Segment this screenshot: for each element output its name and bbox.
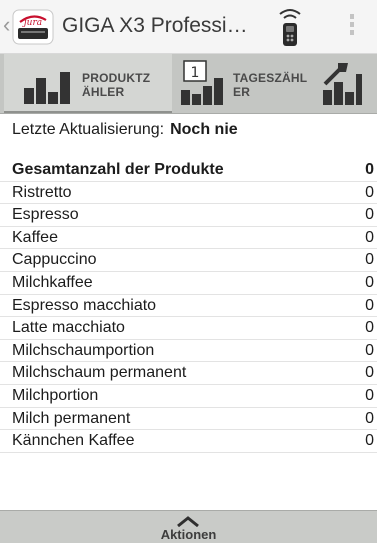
product-count: 0 bbox=[365, 319, 374, 337]
last-update-label: Letzte Aktualisierung: bbox=[12, 121, 165, 138]
chevron-up-icon bbox=[177, 516, 199, 527]
product-name: Milchschaum permanent bbox=[12, 364, 187, 382]
product-name: Milchportion bbox=[12, 386, 99, 404]
daily-counter-icon: 1 bbox=[181, 60, 223, 105]
list-item: Latte macchiato 0 bbox=[0, 317, 377, 340]
product-name: Latte macchiato bbox=[12, 319, 125, 337]
product-count: 0 bbox=[365, 206, 374, 224]
product-name: Milchkaffee bbox=[12, 273, 93, 291]
tab-label-line2: ER bbox=[233, 85, 251, 99]
product-count: 0 bbox=[365, 341, 374, 359]
list-item: Milch permanent 0 bbox=[0, 408, 377, 431]
product-name: Kaffee bbox=[12, 228, 58, 246]
list-item-total: Gesamtanzahl der Produkte 0 bbox=[0, 159, 377, 182]
last-update-value: Noch nie bbox=[170, 121, 238, 138]
product-name: Kännchen Kaffee bbox=[12, 432, 135, 450]
product-count: 0 bbox=[365, 409, 374, 427]
product-count: 0 bbox=[365, 296, 374, 314]
action-bar: ‹ jura GIGA X3 Professi… bbox=[0, 0, 377, 54]
overflow-menu-icon[interactable] bbox=[348, 14, 356, 40]
product-name: Espresso bbox=[12, 206, 79, 224]
list-item: Kaffee 0 bbox=[0, 227, 377, 250]
app-title[interactable]: GIGA X3 Professi… bbox=[62, 14, 248, 38]
product-name: Gesamtanzahl der Produkte bbox=[12, 161, 224, 178]
tab-label-line1: PRODUKTZ bbox=[82, 71, 151, 85]
list-item: Milchportion 0 bbox=[0, 385, 377, 408]
product-counter-list: Gesamtanzahl der Produkte 0 Ristretto 0 … bbox=[0, 159, 377, 453]
list-item: Kännchen Kaffee 0 bbox=[0, 430, 377, 453]
list-item: Cappuccino 0 bbox=[0, 249, 377, 272]
up-navigation-icon[interactable]: ‹ bbox=[3, 14, 10, 36]
last-update: Letzte Aktualisierung: Noch nie bbox=[12, 120, 238, 140]
product-name: Cappuccino bbox=[12, 251, 97, 269]
product-count: 0 bbox=[365, 364, 374, 382]
svg-text:1: 1 bbox=[191, 65, 200, 81]
product-name: Espresso macchiato bbox=[12, 296, 157, 314]
actions-label: Aktionen bbox=[160, 527, 217, 542]
product-count: 0 bbox=[365, 273, 374, 291]
list-item: Ristretto 0 bbox=[0, 182, 377, 205]
product-count: 0 bbox=[365, 228, 374, 246]
svg-text:jura: jura bbox=[22, 18, 42, 28]
product-count: 0 bbox=[365, 161, 374, 178]
maintenance-wrench-icon bbox=[323, 63, 362, 105]
product-name: Ristretto bbox=[12, 183, 72, 201]
tab-label-line1: TAGESZÄHL bbox=[233, 71, 308, 85]
list-item: Espresso 0 bbox=[0, 204, 377, 227]
product-count: 0 bbox=[365, 386, 374, 404]
bar-chart-icon bbox=[24, 72, 70, 104]
tab-wartung[interactable] bbox=[316, 54, 377, 113]
list-item: Milchkaffee 0 bbox=[0, 272, 377, 295]
tab-strip: PRODUKTZ ÄHLER 1 TAGESZÄHL ER bbox=[0, 54, 377, 114]
product-name: Milch permanent bbox=[12, 409, 131, 427]
tab-produktzaehler[interactable]: PRODUKTZ ÄHLER bbox=[4, 54, 172, 113]
remote-control-icon[interactable] bbox=[275, 6, 305, 48]
tab-label-line2: ÄHLER bbox=[82, 85, 125, 99]
product-count: 0 bbox=[365, 183, 374, 201]
actions-button[interactable]: Aktionen bbox=[0, 510, 377, 543]
list-item: Espresso macchiato 0 bbox=[0, 295, 377, 318]
product-count: 0 bbox=[365, 251, 374, 269]
list-item: Milchschaum permanent 0 bbox=[0, 362, 377, 385]
tab-tageszaehler[interactable]: 1 TAGESZÄHL ER bbox=[176, 54, 316, 113]
jura-connect-logo[interactable]: jura bbox=[12, 8, 54, 46]
product-count: 0 bbox=[365, 432, 374, 450]
list-item: Milchschaumportion 0 bbox=[0, 340, 377, 363]
product-name: Milchschaumportion bbox=[12, 341, 155, 359]
